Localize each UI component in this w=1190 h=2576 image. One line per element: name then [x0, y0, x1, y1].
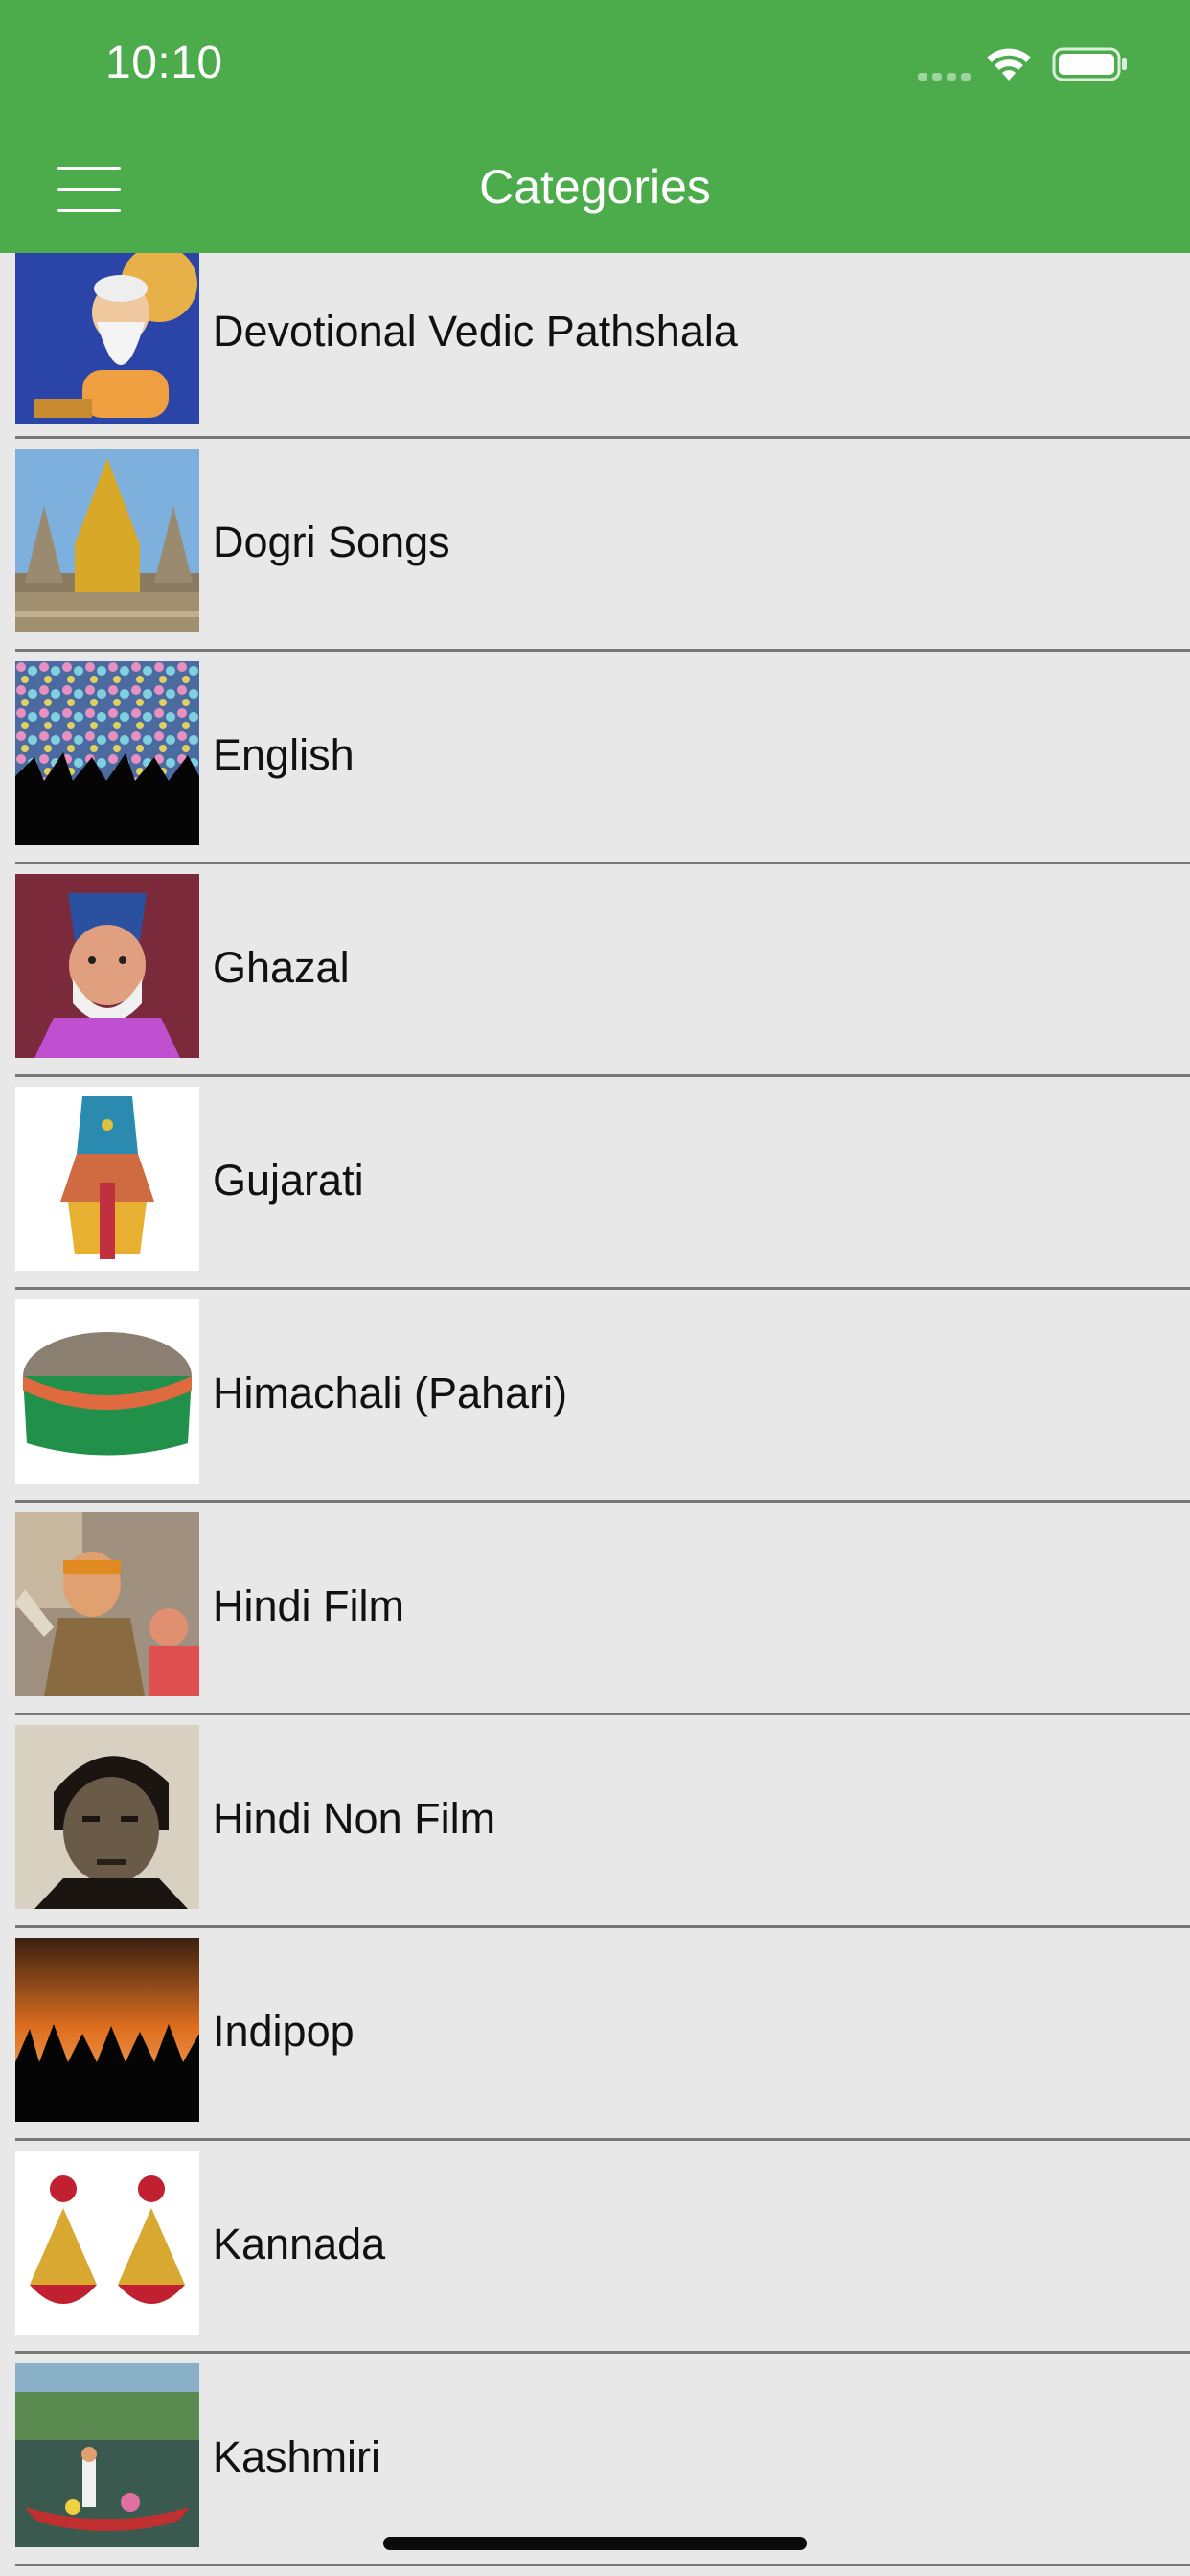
nav-header: 10:10 Categories [0, 0, 1190, 253]
category-label: Indipop [213, 2007, 355, 2056]
list-item[interactable]: Kashmiri [0, 2354, 1190, 2566]
list-item[interactable]: Himachali (Pahari) [0, 1290, 1190, 1503]
poet-portrait-image [15, 874, 199, 1058]
cellular-signal-icon [918, 73, 971, 80]
pahari-cap-image [15, 1300, 199, 1484]
row-divider [15, 2564, 1190, 2566]
jhumka-earrings-image [15, 2150, 199, 2334]
page-title: Categories [479, 160, 711, 214]
film-dance-image [15, 1512, 199, 1696]
app-screen: 10:10 Categories Devotional Vedic Pathsh… [0, 0, 1190, 2576]
list-item[interactable]: English [0, 652, 1190, 864]
category-label: Ghazal [213, 943, 350, 992]
status-time: 10:10 [105, 37, 223, 88]
concert-silhouette-image [15, 1938, 199, 2122]
list-item[interactable]: Kannada [0, 2141, 1190, 2354]
category-label: Himachali (Pahari) [213, 1368, 568, 1417]
category-label: Kashmiri [213, 2432, 381, 2481]
battery-icon [1052, 47, 1127, 81]
list-item[interactable]: Hindi Non Film [0, 1715, 1190, 1928]
sage-portrait-image [15, 245, 199, 424]
category-label: Hindi Film [213, 1581, 405, 1630]
category-label: Gujarati [213, 1156, 364, 1205]
category-label: Kannada [213, 2220, 386, 2268]
category-label: Dogri Songs [213, 518, 450, 566]
wifi-icon [987, 48, 1031, 80]
home-indicator[interactable] [383, 2537, 807, 2550]
concert-crowd-image [15, 661, 199, 845]
list-item[interactable]: Devotional Vedic Pathshala [0, 245, 1190, 439]
category-label: Hindi Non Film [213, 1794, 496, 1843]
shikara-boat-image [15, 2363, 199, 2547]
vintage-singer-portrait-image [15, 1725, 199, 1909]
traditional-dress-image [15, 1087, 199, 1271]
list-item[interactable]: Gujarati [0, 1077, 1190, 1290]
category-label: Devotional Vedic Pathshala [213, 307, 738, 356]
golden-temple-image [15, 448, 199, 632]
category-label: English [213, 730, 355, 779]
category-list: Devotional Vedic Pathshala Dogri Songs E… [0, 245, 1190, 2566]
list-item[interactable]: Dogri Songs [0, 439, 1190, 652]
list-item[interactable]: Hindi Film [0, 1503, 1190, 1715]
list-item[interactable]: Indipop [0, 1928, 1190, 2141]
list-item[interactable]: Ghazal [0, 864, 1190, 1077]
